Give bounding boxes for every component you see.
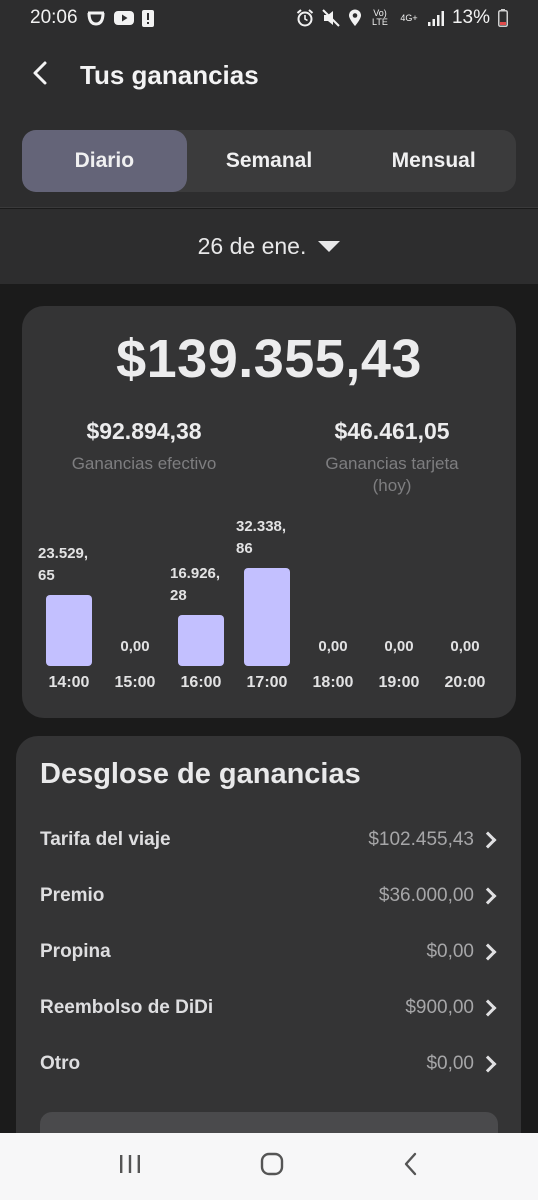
breakdown-title: Desglose de ganancias <box>40 758 361 790</box>
cash-earnings-label: Ganancias efectivo <box>71 454 217 473</box>
system-nav-bar <box>0 1133 538 1200</box>
breakdown-row-didi-refund[interactable]: Reembolso de DiDi $900,00 <box>40 980 498 1036</box>
breakdown-row-value: $0,00 <box>426 1053 474 1074</box>
tab-weekly[interactable]: Semanal <box>187 130 352 192</box>
alert-icon <box>141 9 154 27</box>
breakdown-row-label: Propina <box>40 941 111 962</box>
chart-column: 0,00 15:00 <box>102 506 168 706</box>
chevron-right-icon <box>479 999 497 1017</box>
card-earnings-value: $46.461,05 <box>334 418 450 444</box>
breakdown-row-value: $0,00 <box>426 941 474 962</box>
hourly-earnings-chart: 23.529, 65 14:00 0,00 15:00 16.926, 28 16:00 3… <box>22 506 516 706</box>
chart-column: 32.338, 86 17:00 <box>234 506 300 706</box>
chart-column: 0,00 19:00 <box>366 506 432 706</box>
battery-icon <box>498 9 508 27</box>
network-indicator: 4G+ <box>400 12 418 23</box>
bar-value-label: 0,00 <box>120 638 150 655</box>
bar-value-label: 23.529, 65 <box>38 545 89 584</box>
chart-bar[interactable] <box>244 568 290 666</box>
bar-value-label: 0,00 <box>384 638 414 655</box>
recents-icon[interactable] <box>118 1153 142 1180</box>
battery-percent: 13% <box>451 7 490 28</box>
date-label: 26 de ene. <box>197 233 307 259</box>
home-icon[interactable] <box>259 1151 285 1182</box>
total-earnings: $139.355,43 <box>116 329 422 389</box>
x-tick-label: 20:00 <box>444 674 486 691</box>
x-tick-label: 17:00 <box>246 674 288 691</box>
chevron-right-icon <box>479 831 497 849</box>
date-selector[interactable]: 26 de ene. <box>0 209 538 284</box>
breakdown-row-other[interactable]: Otro $0,00 <box>40 1036 498 1092</box>
status-time: 20:06 <box>30 7 78 28</box>
location-icon <box>348 9 362 27</box>
breakdown-row-value: $900,00 <box>405 997 474 1018</box>
breakdown-row-bonus[interactable]: Premio $36.000,00 <box>40 868 498 924</box>
period-tabs-container: Diario Semanal Mensual <box>0 114 538 208</box>
bar-value-label: 0,00 <box>450 638 480 655</box>
breakdown-row-label: Reembolso de DiDi <box>40 997 214 1018</box>
chevron-right-icon <box>479 887 497 905</box>
bar-value-label: 0,00 <box>318 638 348 655</box>
back-button[interactable] <box>0 36 80 114</box>
card-earnings: $46.461,05 Ganancias tarjeta (hoy) <box>272 418 512 497</box>
card-earnings-label: Ganancias tarjeta (hoy) <box>325 454 459 495</box>
earnings-breakdown: Desglose de ganancias Tarifa del viaje $… <box>16 736 521 1200</box>
mute-icon <box>322 9 340 27</box>
cash-earnings-value: $92.894,38 <box>86 418 202 444</box>
earnings-summary-card: $139.355,43 $92.894,38 Ganancias efectiv… <box>22 306 516 718</box>
bar-value-label: 16.926, 28 <box>170 565 221 604</box>
breakdown-row-value: $36.000,00 <box>378 885 474 906</box>
chart-column: 0,00 18:00 <box>300 506 366 706</box>
breakdown-row-label: Tarifa del viaje <box>40 829 171 850</box>
breakdown-row-label: Premio <box>40 885 105 906</box>
x-tick-label: 14:00 <box>48 674 90 691</box>
breakdown-row-label: Otro <box>40 1053 81 1074</box>
app-header: Tus ganancias <box>0 36 538 114</box>
breakdown-row-trip-fare[interactable]: Tarifa del viaje $102.455,43 <box>40 812 498 868</box>
x-tick-label: 16:00 <box>180 674 222 691</box>
breakdown-row-tip[interactable]: Propina $0,00 <box>40 924 498 980</box>
chart-column: 23.529, 65 14:00 <box>36 506 102 706</box>
alarm-icon <box>296 9 314 27</box>
didi-icon <box>86 9 106 27</box>
volte-indicator: Vo) LTE <box>372 8 388 27</box>
chevron-right-icon <box>479 943 497 961</box>
back-nav-icon[interactable] <box>402 1151 420 1182</box>
breakdown-row-value: $102.455,43 <box>368 829 474 850</box>
x-tick-label: 15:00 <box>114 674 156 691</box>
chart-column: 16.926, 28 16:00 <box>168 506 234 706</box>
x-tick-label: 19:00 <box>378 674 420 691</box>
status-bar: 20:06 Vo) LTE 4G+ 13% <box>0 0 538 36</box>
tab-daily[interactable]: Diario <box>22 130 187 192</box>
chart-bar[interactable] <box>178 615 224 666</box>
chart-column: 0,00 20:00 <box>432 506 498 706</box>
bar-value-label: 32.338, 86 <box>236 518 287 557</box>
chevron-right-icon <box>479 1055 497 1073</box>
x-tick-label: 18:00 <box>312 674 354 691</box>
signal-icon <box>427 9 444 27</box>
back-arrow-icon <box>31 60 49 91</box>
chart-bar[interactable] <box>46 595 92 666</box>
page-title: Tus ganancias <box>80 59 259 90</box>
youtube-icon <box>113 9 134 27</box>
period-tabs: Diario Semanal Mensual <box>22 130 516 192</box>
dropdown-arrow-icon <box>318 241 341 252</box>
cash-earnings: $92.894,38 Ganancias efectivo <box>24 418 264 475</box>
tab-monthly[interactable]: Mensual <box>351 130 516 192</box>
